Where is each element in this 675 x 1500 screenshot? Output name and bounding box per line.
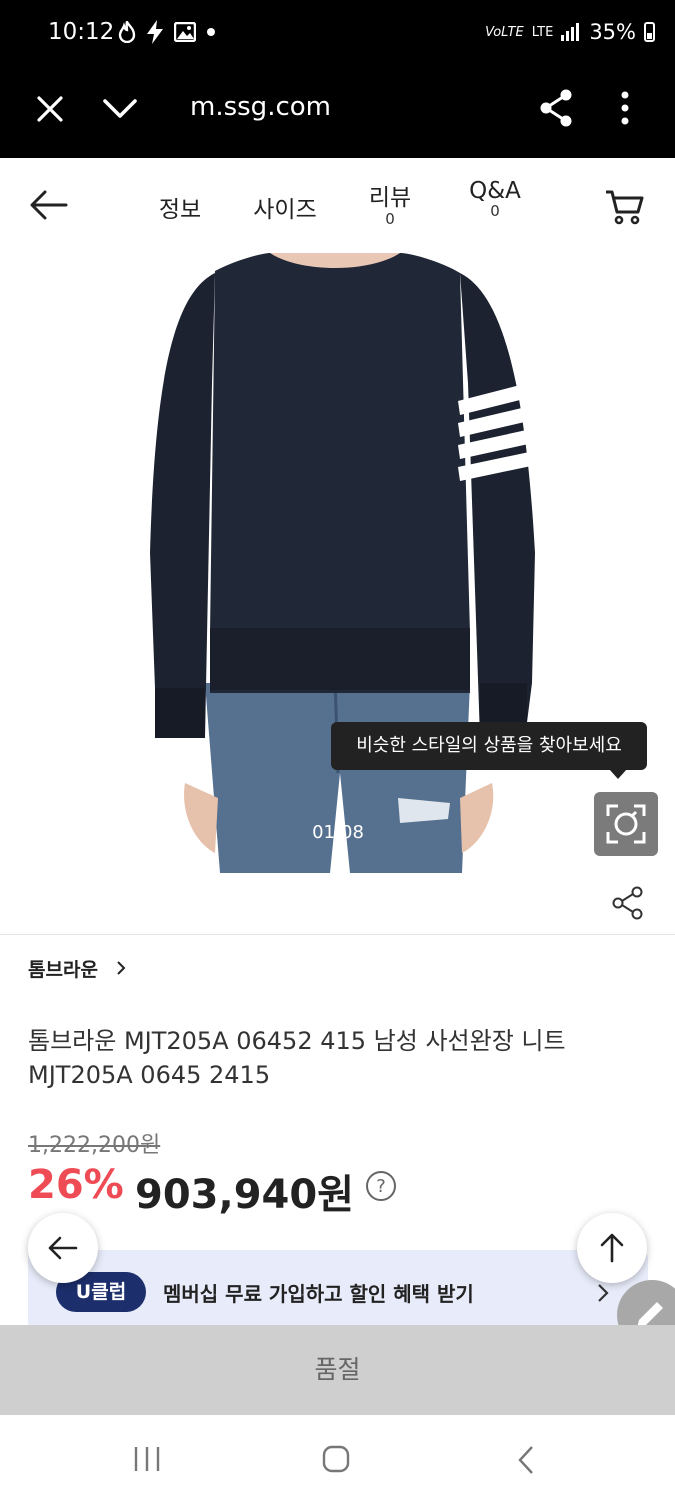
tab-qna[interactable]: Q&A 0 [460,178,530,220]
battery-icon [644,22,655,42]
battery-percent: 35% [589,20,636,44]
tab-info[interactable]: 정보 [150,190,210,224]
divider [0,934,675,935]
product-image[interactable] [0,253,675,873]
status-right: VoLTE LTE 35% [485,20,655,44]
system-nav-bar [0,1415,675,1500]
price-help-icon[interactable]: ? [366,1171,396,1201]
volte-icon: VoLTE [485,24,524,40]
chevron-right-icon [598,1284,609,1302]
chevron-right-icon [116,961,125,975]
recents-icon[interactable] [132,1445,162,1473]
dot-icon [207,28,215,36]
nav-back-icon[interactable] [516,1445,536,1475]
visual-search-icon [606,804,646,844]
url-text[interactable]: m.ssg.com [190,92,331,122]
scroll-top-button[interactable] [577,1213,647,1283]
brand-link[interactable]: 톰브라운 [28,955,127,982]
visual-search-button[interactable] [594,792,658,856]
tab-review-label: 리뷰 [368,185,412,211]
status-bar: 10:12 VoLTE LTE 35% [0,0,675,68]
tab-info-label: 정보 [158,197,202,223]
membership-text: 멤버십 무료 가입하고 할인 혜택 받기 [163,1282,474,1306]
arrow-up-icon [600,1233,624,1263]
signal-icon [561,23,580,41]
cart-icon[interactable] [604,188,644,226]
share-icon[interactable] [538,88,574,128]
original-price: 1,222,200원 [28,1133,161,1158]
sale-price: 903,940원 [135,1172,354,1218]
tab-qna-count: 0 [490,202,500,220]
brand-name: 톰브라운 [28,959,98,981]
image-counter: 01/08 [312,822,364,843]
sweater-illustration [150,253,536,873]
tab-review[interactable]: 리뷰 0 [360,178,420,228]
back-arrow-icon [48,1236,78,1260]
back-arrow-icon[interactable] [30,190,68,220]
browser-bar: m.ssg.com [0,68,675,158]
network-type: LTE [531,24,554,40]
tab-size-label: 사이즈 [253,197,317,223]
clock: 10:12 [48,19,115,45]
floating-back-button[interactable] [28,1213,98,1283]
discount-rate: 26% [28,1162,124,1208]
product-header: 정보 사이즈 리뷰 0 Q&A 0 [0,158,675,253]
chevron-down-icon[interactable] [102,98,138,120]
soldout-button[interactable]: 품절 [0,1325,675,1415]
gallery-icon [174,22,196,42]
tab-size[interactable]: 사이즈 [245,190,325,224]
tab-qna-label: Q&A [469,178,521,204]
tab-review-count: 0 [385,210,395,228]
flame-icon [118,21,136,43]
product-share-icon[interactable] [612,886,644,920]
bolt-icon [147,20,163,44]
notification-icons [118,20,216,44]
product-title: 톰브라운 MJT205A 06452 415 남성 사선완장 니트 MJT205… [28,1027,566,1089]
visual-search-tooltip: 비슷한 스타일의 상품을 찾아보세요 [331,722,647,779]
close-icon[interactable] [36,95,64,123]
home-icon[interactable] [322,1445,350,1473]
more-vert-icon[interactable] [617,90,633,126]
